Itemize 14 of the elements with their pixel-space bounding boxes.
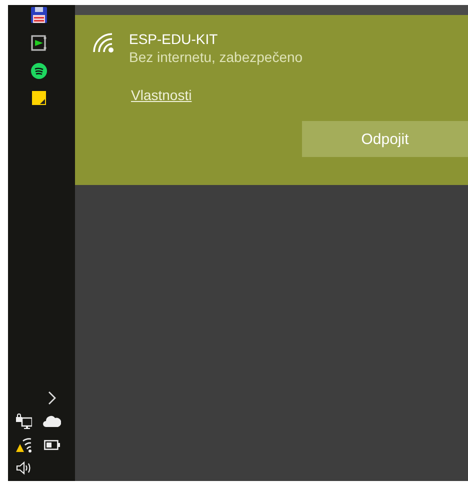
network-status: Bez internetu, zabezpečeno	[129, 49, 303, 65]
properties-link[interactable]: Vlastnosti	[131, 87, 192, 103]
battery-icon[interactable]	[44, 440, 60, 450]
cloud-icon[interactable]	[42, 415, 60, 427]
chevron-icon[interactable]	[48, 391, 56, 405]
terminal-icon[interactable]	[30, 35, 46, 51]
wifi-warning-icon[interactable]	[16, 437, 32, 453]
network-name: ESP-EDU-KIT	[129, 31, 219, 47]
speaker-icon[interactable]	[16, 461, 32, 475]
disconnect-button[interactable]: Odpojit	[302, 121, 468, 157]
wifi-icon	[91, 31, 115, 53]
sticky-note-icon[interactable]	[32, 91, 46, 105]
music-app-icon[interactable]	[30, 63, 46, 79]
network-lock-icon[interactable]	[16, 413, 32, 429]
